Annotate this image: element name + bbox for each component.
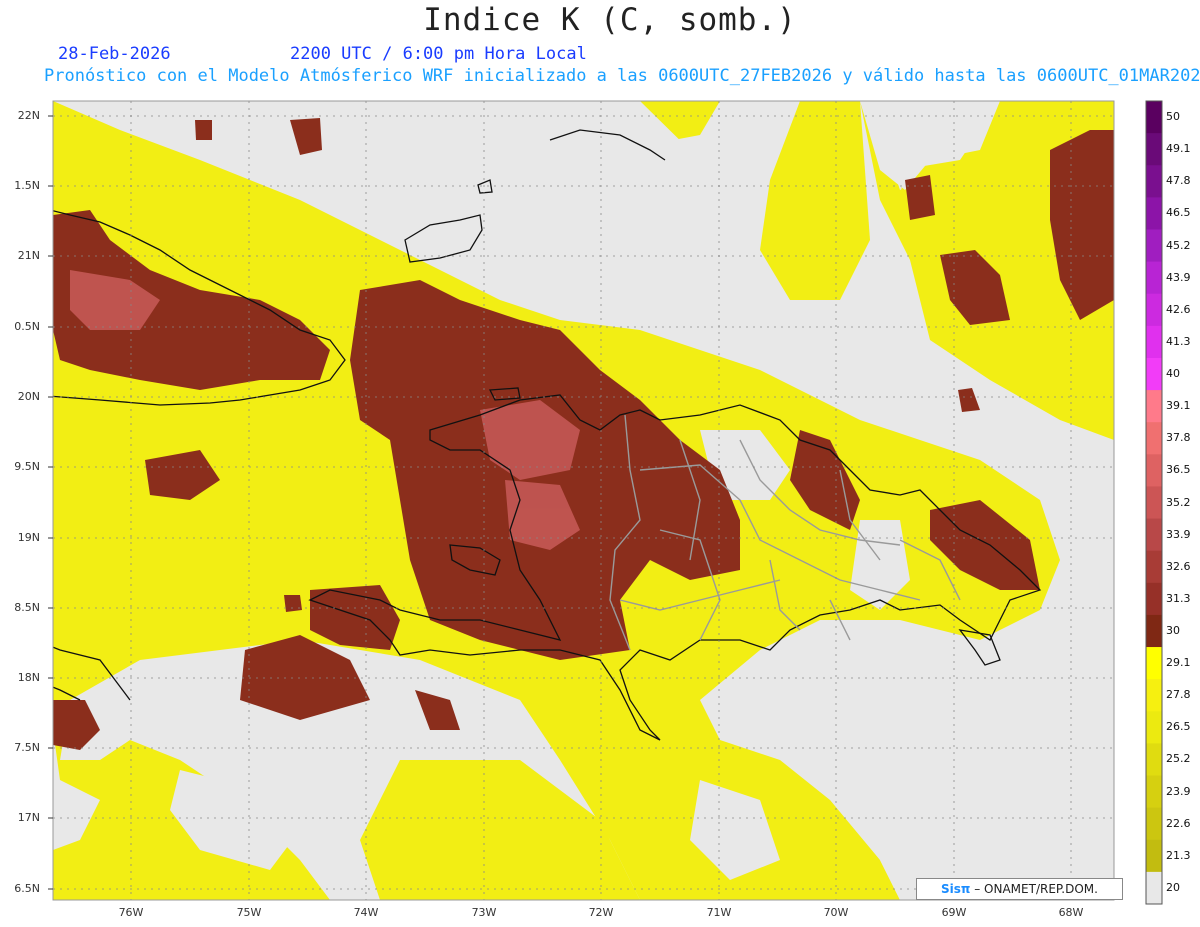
lon-label: 69W bbox=[941, 906, 967, 919]
lon-label: 71W bbox=[706, 906, 732, 919]
lat-label: 8.5N bbox=[14, 601, 40, 614]
colorbar-label: 27.8 bbox=[1166, 688, 1191, 702]
lat-label: 22N bbox=[17, 109, 40, 122]
colorbar-swatch bbox=[1146, 165, 1162, 198]
colorbar bbox=[1146, 101, 1162, 905]
colorbar-swatch bbox=[1146, 293, 1162, 327]
colorbar-swatch bbox=[1146, 325, 1162, 359]
credit-logo: Sisπ bbox=[941, 882, 971, 896]
colorbar-label: 45.2 bbox=[1166, 238, 1191, 252]
colorbar-swatch bbox=[1146, 582, 1162, 616]
colorbar-label: 40 bbox=[1166, 367, 1180, 381]
lon-label: 72W bbox=[588, 906, 614, 919]
lon-label: 68W bbox=[1058, 906, 1084, 919]
colorbar-swatch bbox=[1146, 518, 1162, 552]
lat-label: 21N bbox=[17, 249, 40, 262]
colorbar-swatch bbox=[1146, 614, 1162, 648]
colorbar-label: 30 bbox=[1166, 623, 1180, 637]
colorbar-label: 41.3 bbox=[1166, 334, 1191, 348]
colorbar-label: 42.6 bbox=[1166, 302, 1191, 316]
colorbar-label: 26.5 bbox=[1166, 720, 1191, 734]
lon-label: 74W bbox=[353, 906, 379, 919]
lon-label: 70W bbox=[823, 906, 849, 919]
colorbar-swatch bbox=[1146, 679, 1162, 712]
colorbar-label: 31.3 bbox=[1166, 591, 1191, 605]
colorbar-swatch bbox=[1146, 229, 1162, 263]
lat-label: 18N bbox=[17, 671, 40, 684]
colorbar-label: 47.8 bbox=[1166, 174, 1191, 188]
colorbar-label: 23.9 bbox=[1166, 784, 1191, 798]
colorbar-swatch bbox=[1146, 261, 1162, 295]
colorbar-label: 25.2 bbox=[1166, 752, 1191, 766]
colorbar-label: 21.3 bbox=[1166, 848, 1191, 862]
colorbar-swatch bbox=[1146, 647, 1162, 680]
colorbar-swatch bbox=[1146, 871, 1162, 905]
colorbar-swatch bbox=[1146, 422, 1162, 455]
lat-label: 1.5N bbox=[14, 179, 40, 192]
lat-label: 17N bbox=[17, 811, 40, 824]
colorbar-label: 22.6 bbox=[1166, 816, 1191, 830]
lat-label: 7.5N bbox=[14, 741, 40, 754]
lon-label: 75W bbox=[236, 906, 262, 919]
colorbar-swatch bbox=[1146, 133, 1162, 166]
lat-label: 9.5N bbox=[14, 460, 40, 473]
colorbar-swatch bbox=[1146, 743, 1162, 777]
lat-label: 0.5N bbox=[14, 320, 40, 333]
colorbar-label: 32.6 bbox=[1166, 559, 1191, 573]
colorbar-swatch bbox=[1146, 454, 1162, 487]
colorbar-swatch bbox=[1146, 197, 1162, 230]
colorbar-swatch bbox=[1146, 839, 1162, 873]
lon-label: 73W bbox=[471, 906, 497, 919]
k-index-map bbox=[48, 100, 1163, 905]
colorbar-swatch bbox=[1146, 711, 1162, 744]
colorbar-swatch bbox=[1146, 390, 1162, 423]
colorbar-label: 29.1 bbox=[1166, 656, 1191, 670]
colorbar-label: 49.1 bbox=[1166, 142, 1191, 156]
colorbar-swatch bbox=[1146, 486, 1162, 520]
colorbar-swatch bbox=[1146, 550, 1162, 584]
lat-label: 19N bbox=[17, 531, 40, 544]
lat-label: 6.5N bbox=[14, 882, 40, 895]
colorbar-label: 39.1 bbox=[1166, 399, 1191, 413]
colorbar-swatch bbox=[1146, 101, 1162, 134]
colorbar-swatch bbox=[1146, 775, 1162, 809]
colorbar-swatch bbox=[1146, 357, 1162, 391]
colorbar-label: 46.5 bbox=[1166, 206, 1191, 220]
lon-label: 76W bbox=[118, 906, 144, 919]
colorbar-label: 43.9 bbox=[1166, 270, 1191, 284]
colorbar-label: 50 bbox=[1166, 110, 1180, 124]
lat-label: 20N bbox=[17, 390, 40, 403]
colorbar-label: 36.5 bbox=[1166, 463, 1191, 477]
colorbar-label: 35.2 bbox=[1166, 495, 1191, 509]
colorbar-label: 33.9 bbox=[1166, 527, 1191, 541]
colorbar-swatch bbox=[1146, 807, 1162, 841]
colorbar-label: 20 bbox=[1166, 880, 1180, 894]
colorbar-label: 37.8 bbox=[1166, 431, 1191, 445]
credit-box: Sisπ – ONAMET/REP.DOM. bbox=[916, 878, 1123, 900]
credit-org: – ONAMET/REP.DOM. bbox=[970, 882, 1098, 896]
